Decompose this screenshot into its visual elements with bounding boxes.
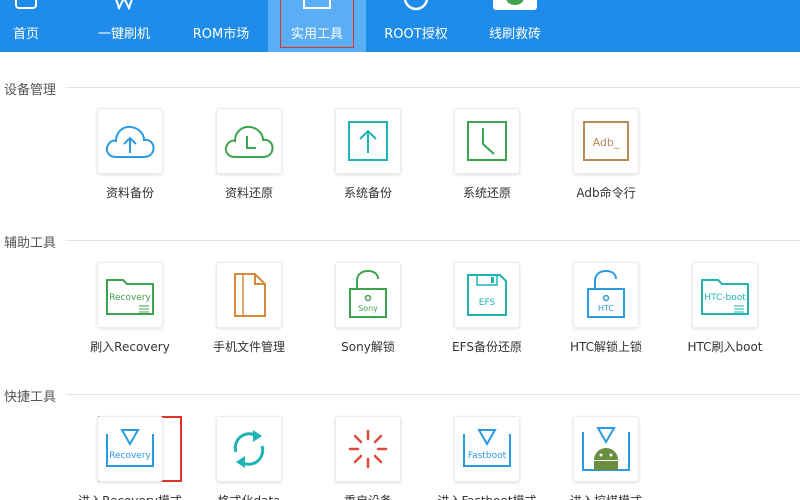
tool-label: 手机文件管理 [212,340,285,354]
tool-label: Adb命令行 [576,186,636,200]
nav-utilities-label: 实用工具 [290,27,343,42]
monitor-icon [13,0,39,16]
tool-label: 刷入Recovery [90,340,170,354]
box-upload-icon [335,108,401,174]
tool-enter-download-mode[interactable]: 进入挖煤模式 [547,416,665,500]
section-divider [66,394,800,395]
efs-disk-icon: EFS [454,262,520,328]
nav-rom-market[interactable]: ROM市场 [180,0,262,52]
tool-label: 进入Fastboot模式 [437,492,536,500]
android-download-icon [573,416,639,482]
tool-htc-flash-boot[interactable]: HTC-boot HTC刷入boot [666,262,784,362]
tool-enter-fastboot-mode[interactable]: Fastboot 进入Fastboot模式 [428,416,546,500]
nav-rescue-brick-label: 线刷救砖 [488,27,541,42]
svg-text:Adb_: Adb_ [593,136,620,149]
svg-text:HTC: HTC [598,304,614,313]
loading-spinner-icon [335,416,401,482]
box-clock-icon [454,108,520,174]
tool-adb-terminal[interactable]: Adb_ Adb命令行 [547,108,665,208]
flash-icon [109,0,139,16]
tool-label: 进入Recovery模式 [78,492,182,500]
adb-terminal-icon: Adb_ [573,108,639,174]
refresh-icon [216,416,282,482]
shield-icon [401,0,431,18]
nav-utilities[interactable]: 实用工具 [268,0,366,52]
tool-label: 资料备份 [105,186,154,200]
tool-label: HTC解锁上锁 [569,340,643,354]
nav-rescue-brick[interactable]: 线刷救砖 [472,0,558,52]
section-title-device-management: 设备管理 [4,83,57,98]
svg-text:HTC-boot: HTC-boot [704,293,746,303]
svg-text:Recovery: Recovery [109,293,151,303]
tool-label: 系统还原 [462,186,511,200]
section-title-quick-tools: 快捷工具 [4,390,57,405]
tool-label: HTC刷入boot [687,340,763,354]
tool-label: 重启设备 [344,492,392,500]
htc-lock-icon: HTC [573,262,639,328]
tool-system-restore[interactable]: 系统还原 [428,108,546,208]
nav-rom-market-label: ROM市场 [192,27,250,42]
tool-label: 进入挖煤模式 [570,492,642,500]
svg-text:Fastboot: Fastboot [468,451,507,461]
recovery-folder-icon: Recovery [97,262,163,328]
svg-text:Recovery: Recovery [109,451,151,461]
tool-label: 格式化data [217,492,280,500]
sony-lock-icon: Sony [335,262,401,328]
nav-home[interactable]: 首页 [0,0,52,52]
tool-efs-backup-restore[interactable]: EFS EFS备份还原 [428,262,546,362]
tool-flash-recovery[interactable]: Recovery 刷入Recovery [71,262,189,362]
section-divider [66,87,800,88]
tool-enter-recovery-mode[interactable]: Recovery 进入Recovery模式 [71,416,189,500]
tool-label: 资料还原 [224,186,273,200]
tool-format-data[interactable]: 格式化data [190,416,308,500]
tool-htc-unlock-lock[interactable]: HTC HTC解锁上锁 [547,262,665,362]
tool-label: EFS备份还原 [452,340,522,354]
fastboot-mode-icon: Fastboot [454,416,520,482]
htc-boot-folder-icon: HTC-boot [692,262,758,328]
tool-data-backup[interactable]: 资料备份 [71,108,189,208]
svg-text:Sony: Sony [358,304,378,313]
tool-label: 系统备份 [343,186,392,200]
nav-root-auth[interactable]: ROOT授权 [372,0,460,52]
tool-file-manager[interactable]: 手机文件管理 [190,262,308,362]
cloud-upload-icon [97,108,163,174]
tool-reboot-device[interactable]: 重启设备 [309,416,427,500]
section-title-auxiliary-tools: 辅助工具 [4,236,57,251]
top-nav-bar: 首页 一键刷机 ROM市场 实用工具 ROOT授权 线刷救砖 [0,0,800,52]
tool-sony-unlock[interactable]: Sony Sony解锁 [309,262,427,362]
tool-label: Sony解锁 [341,340,395,354]
nav-one-click-flash[interactable]: 一键刷机 [84,0,164,52]
tool-system-backup[interactable]: 系统备份 [309,108,427,208]
tool-data-restore[interactable]: 资料还原 [190,108,308,208]
section-divider [66,240,800,241]
file-icon [216,262,282,328]
rescue-icon [491,0,539,18]
nav-one-click-flash-label: 一键刷机 [97,27,150,42]
recovery-mode-icon: Recovery [97,416,163,482]
svg-text:EFS: EFS [479,298,496,308]
toolbox-icon [300,0,334,16]
nav-root-auth-label: ROOT授权 [384,27,448,42]
nav-home-label: 首页 [12,27,39,42]
cloud-clock-icon [216,108,282,174]
